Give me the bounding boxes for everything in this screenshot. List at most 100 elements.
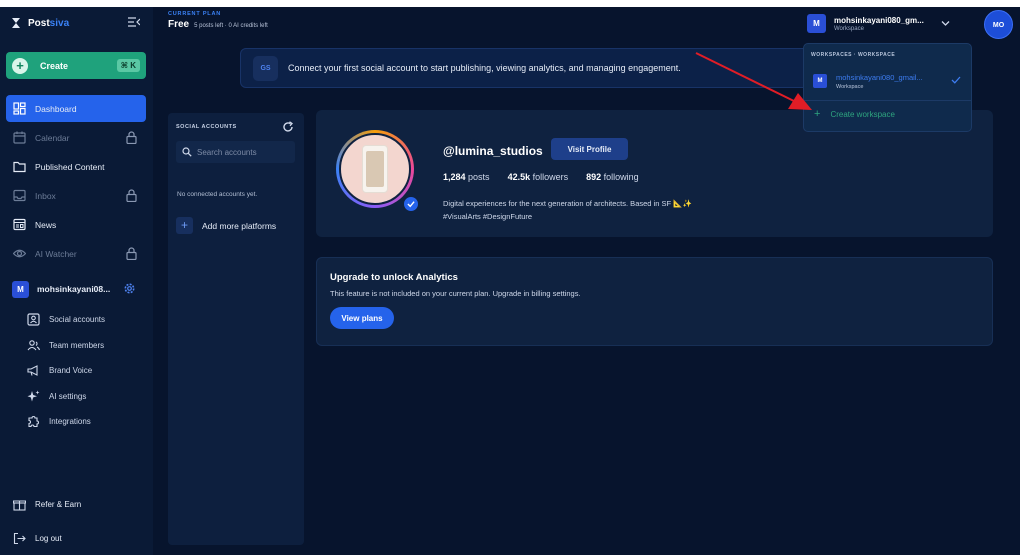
nav-label: Published Content xyxy=(35,161,105,172)
bio-line: Digital experiences for the next generat… xyxy=(443,199,692,208)
plan-name: Free xyxy=(168,19,190,30)
workspace-subnav: Social accounts Team members Brand Voice xyxy=(27,307,147,435)
nav-label: AI Watcher xyxy=(35,248,77,259)
create-workspace-button[interactable]: + Create workspace xyxy=(814,108,895,120)
view-plans-button[interactable]: View plans xyxy=(330,307,394,329)
dropdown-workspace-item[interactable]: M mohsinkayani080_gmail... Workspace xyxy=(810,66,968,96)
folder-icon xyxy=(13,161,26,173)
brand-name: Postsiva xyxy=(28,17,70,29)
search-icon xyxy=(182,147,192,157)
dropdown-caption: WORKSPACES · WORKSPACE xyxy=(811,52,896,58)
subnav-label: AI settings xyxy=(49,391,87,401)
calendar-icon xyxy=(13,131,26,144)
nav-item-published-content[interactable]: Published Content xyxy=(6,153,146,180)
social-accounts-title: SOCIAL ACCOUNTS xyxy=(176,124,237,130)
nav-item-news[interactable]: News xyxy=(6,211,146,238)
nav-label: Calendar xyxy=(35,132,70,143)
phone-screen xyxy=(366,151,384,187)
logout-icon xyxy=(13,532,26,545)
logout-link[interactable]: Log out xyxy=(13,532,62,545)
workspace-switcher-sub: Workspace xyxy=(834,25,864,32)
refer-earn-link[interactable]: Refer & Earn xyxy=(13,498,81,511)
subnav-label: Integrations xyxy=(49,417,91,427)
dropdown-item-name: mohsinkayani080_gmail... xyxy=(836,72,923,82)
team-icon xyxy=(27,339,40,351)
verified-badge-icon xyxy=(402,195,420,213)
nav-item-ai-watcher[interactable]: AI Watcher xyxy=(6,240,146,267)
subnav-label: Brand Voice xyxy=(49,366,93,376)
news-icon xyxy=(13,218,26,231)
dashboard-icon xyxy=(13,102,26,115)
id-card-icon xyxy=(27,313,40,326)
nav-item-dashboard[interactable]: Dashboard xyxy=(6,95,146,122)
analytics-title: Upgrade to unlock Analytics xyxy=(330,272,458,283)
gear-icon[interactable] xyxy=(123,282,136,295)
avatar-image xyxy=(339,133,411,205)
search-box xyxy=(176,141,295,163)
create-label: Create xyxy=(40,60,69,71)
sparkle-icon xyxy=(27,390,40,402)
nav-item-calendar[interactable]: Calendar xyxy=(6,124,146,151)
search-accounts-input[interactable] xyxy=(197,147,292,157)
megaphone-icon xyxy=(27,365,38,377)
create-button[interactable]: + Create ⌘ K xyxy=(6,52,146,79)
lock-icon xyxy=(126,247,137,260)
app-window: Postsiva + Create ⌘ K Dashboard Calendar… xyxy=(0,7,1020,555)
nav-item-inbox[interactable]: Inbox xyxy=(6,182,146,209)
visit-profile-button[interactable]: Visit Profile xyxy=(551,138,628,160)
puzzle-icon xyxy=(28,416,39,428)
analytics-text: This feature is not included on your cur… xyxy=(330,289,581,298)
dropdown-divider xyxy=(804,100,971,101)
bio-hashtags: #VisualArts #DesignFuture xyxy=(443,212,533,221)
subnav-item-team-members[interactable]: Team members xyxy=(27,333,147,359)
logout-label: Log out xyxy=(35,534,62,543)
refresh-icon[interactable] xyxy=(282,121,294,133)
analytics-upgrade-card: Upgrade to unlock Analytics This feature… xyxy=(316,257,993,346)
following-stat: 892 following xyxy=(586,172,639,182)
subnav-item-ai-settings[interactable]: AI settings xyxy=(27,384,147,410)
add-platforms-button[interactable]: + Add more platforms xyxy=(176,217,276,234)
chevron-down-icon xyxy=(941,21,950,26)
plan-caption: CURRENT PLAN xyxy=(168,11,221,17)
profile-bio: Digital experiences for the next generat… xyxy=(443,197,692,223)
banner-text: Connect your first social account to sta… xyxy=(288,63,681,73)
social-accounts-panel: SOCIAL ACCOUNTS No connected accounts ye… xyxy=(168,113,304,545)
inbox-icon xyxy=(13,189,26,202)
gift-icon xyxy=(13,500,26,511)
workspace-switcher-name: mohsinkayani080_gm... xyxy=(834,15,924,25)
lock-icon xyxy=(126,131,137,144)
check-icon xyxy=(951,76,961,84)
workspace-switcher[interactable]: M mohsinkayani080_gm... Workspace xyxy=(807,10,960,37)
dropdown-item-sub: Workspace xyxy=(836,83,864,90)
shortcut-badge: ⌘ K xyxy=(116,59,140,72)
workspace-avatar: M xyxy=(807,14,826,33)
dropdown-item-text: mohsinkayani080_gmail... Workspace xyxy=(836,73,923,90)
workspace-name: mohsinkayani08... xyxy=(37,284,111,294)
brand[interactable]: Postsiva xyxy=(10,17,69,29)
subnav-item-integrations[interactable]: Integrations xyxy=(27,409,147,435)
subnav-item-brand-voice[interactable]: Brand Voice xyxy=(27,358,147,384)
nav-label: Inbox xyxy=(35,190,56,201)
refer-earn-label: Refer & Earn xyxy=(35,500,82,509)
subnav-item-social-accounts[interactable]: Social accounts xyxy=(27,307,147,333)
profile-avatar xyxy=(336,130,414,208)
eye-icon xyxy=(13,249,26,258)
add-platforms-label: Add more platforms xyxy=(202,220,277,231)
phone-illustration xyxy=(362,145,388,193)
banner-badge: GS xyxy=(253,55,278,81)
subnav-label: Social accounts xyxy=(49,315,106,325)
current-plan: CURRENT PLAN Free 5 posts left · 0 AI cr… xyxy=(168,11,268,30)
sidebar: Postsiva + Create ⌘ K Dashboard Calendar… xyxy=(0,7,153,555)
workspace-dropdown: WORKSPACES · WORKSPACE M mohsinkayani080… xyxy=(803,43,972,132)
profile-stats: 1,284 posts 42.5k followers 892 followin… xyxy=(443,172,639,182)
empty-accounts-text: No connected accounts yet. xyxy=(177,191,258,198)
user-avatar[interactable]: MO xyxy=(984,10,1013,39)
workspace-switcher-text: mohsinkayani080_gm... Workspace xyxy=(834,16,924,32)
nav-label: Dashboard xyxy=(35,103,77,114)
subnav-label: Team members xyxy=(49,340,105,350)
create-workspace-label: Create workspace xyxy=(830,109,895,119)
lock-icon xyxy=(126,189,137,202)
sidebar-workspace[interactable]: M mohsinkayani08... xyxy=(12,280,142,298)
collapse-sidebar-icon[interactable] xyxy=(128,17,140,27)
plan-row: Free 5 posts left · 0 AI credits left xyxy=(168,19,268,30)
